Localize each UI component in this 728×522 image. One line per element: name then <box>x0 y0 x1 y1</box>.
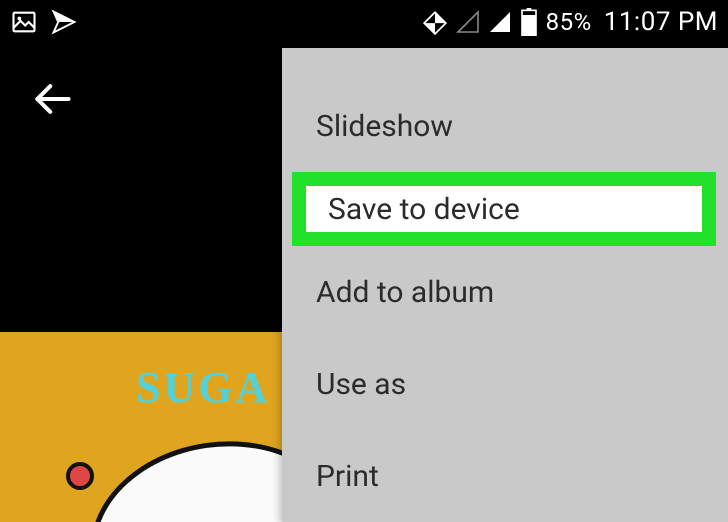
menu-item-use-as[interactable]: Use as <box>282 338 728 430</box>
menu-item-save-to-device[interactable]: Save to device <box>292 172 716 246</box>
menu-item-label: Add to album <box>316 275 494 310</box>
send-notification-icon <box>50 8 78 36</box>
overflow-menu: Slideshow Save to device Add to album Us… <box>282 48 728 522</box>
status-right-icons: 85% 11:07 PM <box>422 7 718 37</box>
menu-item-label: Print <box>316 459 379 494</box>
photo-partial-text: SUGA <box>136 362 270 413</box>
status-left-icons <box>10 8 78 36</box>
battery-icon <box>520 8 538 36</box>
status-clock: 11:07 PM <box>604 7 718 37</box>
menu-item-add-to-album[interactable]: Add to album <box>282 246 728 338</box>
battery-percent: 85% <box>546 8 592 36</box>
photo-dot <box>66 462 94 490</box>
menu-item-print[interactable]: Print <box>282 430 728 522</box>
back-arrow-icon[interactable] <box>30 77 74 121</box>
signal-full-icon <box>488 10 512 34</box>
signal-empty-icon <box>456 10 480 34</box>
menu-item-label: Save to device <box>328 192 520 227</box>
menu-item-slideshow[interactable]: Slideshow <box>282 80 728 172</box>
screen: 85% 11:07 PM SUGA Slideshow Save to devi… <box>0 0 728 522</box>
menu-item-label: Use as <box>316 367 406 402</box>
status-bar: 85% 11:07 PM <box>0 0 728 44</box>
menu-item-label: Slideshow <box>316 109 453 144</box>
wifi-icon <box>422 9 448 35</box>
image-notification-icon <box>10 8 38 36</box>
